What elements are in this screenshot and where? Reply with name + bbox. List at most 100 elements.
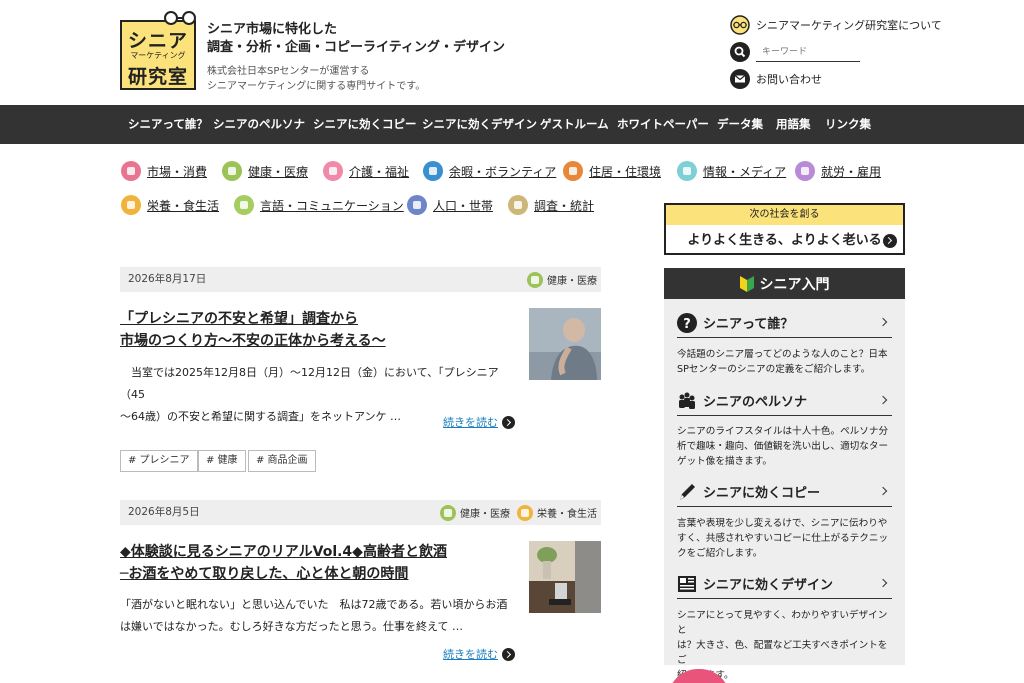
category-care[interactable]: 介護・福祉 (323, 161, 409, 181)
category-health[interactable]: 健康・医療 (222, 161, 308, 181)
category-label: 調査・統計 (534, 198, 595, 213)
chart-icon (508, 195, 528, 215)
category-leisure[interactable]: 余暇・ボランティア (423, 161, 556, 181)
category-label: 住居・住環境 (589, 164, 662, 179)
intro-item-desc: 言葉や表現を少し変えるけで、シニアに伝わりや すく、共感されやすいコピーに仕上が… (677, 516, 895, 561)
arrow-right-icon (502, 415, 515, 429)
tag-link[interactable]: # 商品企画 (248, 450, 316, 472)
category-label: 人口・世帯 (433, 198, 494, 213)
category-label: 健康・医療 (248, 164, 309, 179)
tag-link[interactable]: # プレシニア (120, 450, 198, 472)
category-label: 就労・雇用 (821, 164, 882, 179)
logo-text-1: シニア (127, 30, 188, 52)
intro-item-copy[interactable]: シニアに効くコピー (677, 477, 892, 507)
article-category-link[interactable]: 健康・医療 (440, 500, 510, 525)
intro-desc-line: 析で趣味・趣向、価値観を洗い出し、適切なター (677, 441, 889, 452)
article-category-label: 栄養・食生活 (537, 509, 597, 520)
logo-text-2: マーケティング (130, 51, 186, 60)
intro-item-design[interactable]: シニアに効くデザイン (677, 569, 892, 599)
intro-item-title: シニアに効くコピー (703, 486, 821, 501)
concept-banner[interactable]: 次の社会を創る よりよく生きる、よりよく老いる (664, 203, 905, 255)
worker-icon (795, 161, 815, 181)
article-date: 2026年8月17日 (128, 273, 207, 285)
intro-item-title: シニアのペルソナ (703, 395, 808, 410)
banner-subtitle: 次の社会を創る (666, 205, 903, 225)
intro-desc-line: は？大きさ、色、配置など工夫すべきポイントをご (677, 640, 888, 666)
site-logo[interactable]: シニア マーケティング 研究室 (120, 11, 196, 90)
article-excerpt-line-1: 当室では2025年12月8日（月）〜12月12日（金）において、「プレシニア（4… (120, 366, 499, 401)
site-header: シニア マーケティング 研究室 シニア市場に特化した 調査・分析・企画・コピーラ… (0, 0, 1024, 105)
about-link[interactable]: シニアマーケティング研究室について (730, 15, 942, 35)
article-meta-bar: 2026年8月5日 健康・医療 栄養・食生活 (120, 500, 601, 525)
category-nutrition[interactable]: 栄養・食生活 (121, 195, 219, 215)
category-housing[interactable]: 住居・住環境 (563, 161, 661, 181)
search-input[interactable] (756, 42, 860, 62)
article-category-link[interactable]: 健康・医療 (527, 267, 597, 292)
read-more-label: 続きを読む (443, 416, 498, 429)
intro-desc-line: クをご紹介します。 (677, 548, 763, 559)
chevron-right-icon (878, 395, 888, 405)
people-icon (679, 392, 695, 409)
article-category-label: 健康・医療 (460, 509, 510, 520)
about-link-label: シニアマーケティング研究室について (756, 19, 942, 32)
nav-item-who-are-seniors[interactable]: シニアって誰？ (128, 105, 208, 144)
intro-item-who[interactable]: ? シニアって誰？ (677, 308, 892, 338)
arrow-right-icon (883, 234, 897, 248)
nav-item-data[interactable]: データ集 (717, 105, 763, 144)
category-label: 栄養・食生活 (147, 198, 220, 213)
nav-item-glossary[interactable]: 用語集 (776, 105, 811, 144)
chevron-right-icon (878, 486, 888, 496)
tagline-line-1: シニア市場に特化した (207, 22, 338, 37)
search-icon[interactable] (730, 42, 750, 62)
nav-item-persona[interactable]: シニアのペルソナ (213, 105, 305, 144)
contact-link-label: お問い合わせ (756, 73, 822, 86)
category-label: 余暇・ボランティア (449, 164, 557, 179)
tagline-line-2: 調査・分析・企画・コピーライティング・デザイン (207, 40, 505, 55)
tv-icon (677, 161, 697, 181)
nav-item-links[interactable]: リンク集 (825, 105, 871, 144)
intro-desc-line: ゲット像を描きます。 (677, 456, 772, 467)
nav-item-guest-room[interactable]: ゲストルーム (540, 105, 609, 144)
nav-item-copy[interactable]: シニアに効くコピー (313, 105, 417, 144)
speech-icon (234, 195, 254, 215)
category-market[interactable]: 市場・消費 (121, 161, 207, 181)
article-thumbnail[interactable] (529, 308, 601, 380)
glasses-icon (730, 15, 750, 35)
category-language[interactable]: 言語・コミュニケーション (234, 195, 404, 215)
category-media[interactable]: 情報・メディア (677, 161, 786, 181)
nav-item-white-paper[interactable]: ホワイトペーパー (617, 105, 709, 144)
read-more-link[interactable]: 続きを読む (443, 414, 515, 430)
tag-link[interactable]: # 健康 (198, 450, 246, 472)
main-nav: シニアって誰？ シニアのペルソナ シニアに効くコピー シニアに効くデザイン ゲス… (0, 105, 1024, 144)
senior-intro-heading: シニア入門 (664, 268, 905, 299)
thumbnail-image (529, 541, 601, 613)
logo-text-3: 研究室 (127, 66, 188, 88)
house-icon (563, 161, 583, 181)
intro-item-persona[interactable]: シニアのペルソナ (677, 386, 892, 416)
intro-desc-line: すく、共感されやすいコピーに仕上がるテクニッ (677, 533, 889, 544)
article-category-link[interactable]: 栄養・食生活 (517, 500, 597, 525)
article-title[interactable]: ◆体験談に見るシニアのリアルVol.4◆高齢者と飲酒 ─お酒をやめて取り戻した、… (120, 541, 520, 585)
care-icon (323, 161, 343, 181)
category-survey[interactable]: 調査・統計 (508, 195, 594, 215)
read-more-label: 続きを読む (443, 648, 498, 661)
category-population[interactable]: 人口・世帯 (407, 195, 493, 215)
nav-item-design[interactable]: シニアに効くデザイン (422, 105, 537, 144)
chevron-right-icon (878, 317, 888, 327)
company-line-1: 株式会社日本SPセンターが運営する (207, 66, 370, 77)
intro-item-desc: 今話題のシニア層ってどのような人のこと？日本 SPセンターのシニアの定義をご紹介… (677, 347, 895, 377)
article-title[interactable]: 「プレシニアの不安と希望」調査から 市場のつくり方〜不安の正体から考える〜 (120, 308, 520, 352)
pen-icon (680, 483, 695, 500)
banner-title: よりよく生きる、よりよく老いる (687, 233, 882, 248)
cutlery-icon (121, 195, 141, 215)
senior-intro-heading-label: シニア入門 (759, 276, 830, 293)
category-employment[interactable]: 就労・雇用 (795, 161, 881, 181)
read-more-link[interactable]: 続きを読む (443, 646, 515, 662)
intro-desc-line: SPセンターのシニアの定義をご紹介します。 (677, 364, 871, 375)
intro-desc-line: 今話題のシニア層ってどのような人のこと？日本 (677, 349, 888, 360)
contact-link[interactable]: お問い合わせ (730, 69, 822, 89)
article-thumbnail[interactable] (529, 541, 601, 613)
intro-item-title: シニアに効くデザイン (703, 578, 834, 593)
stethoscope-icon (527, 271, 543, 288)
svg-text:?: ? (683, 317, 691, 332)
